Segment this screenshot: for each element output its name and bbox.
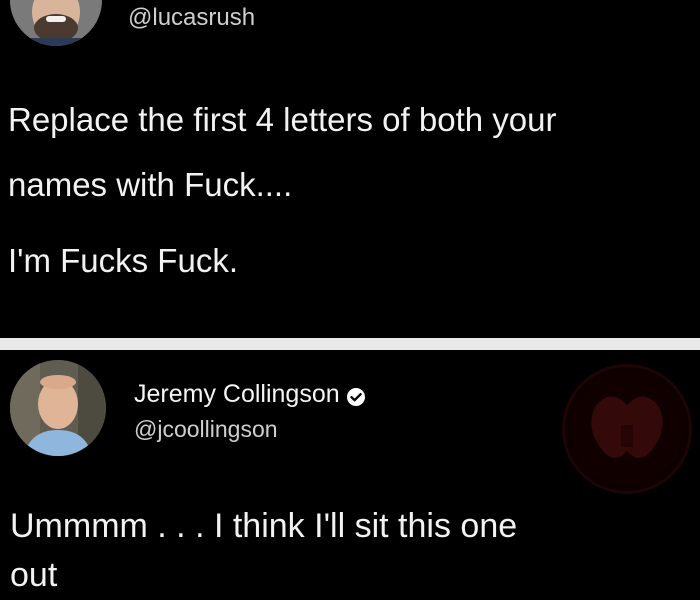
- tweet-text-line: Ummmm . . . I think I'll sit this one: [10, 507, 518, 545]
- tweet-text-line: I'm Fucks Fuck.: [8, 242, 238, 279]
- avatar[interactable]: [10, 360, 106, 456]
- tweet-text-line: out: [10, 556, 58, 594]
- display-name-text: Jeremy Collingson: [134, 380, 340, 408]
- tweet-text-line: Replace the first 4 letters of both your: [8, 101, 557, 138]
- user-handle[interactable]: @jcoollingson: [134, 416, 278, 443]
- tweet-1: @lucasrush Replace the first 4 letters o…: [0, 0, 700, 338]
- user-handle[interactable]: @lucasrush: [128, 4, 255, 32]
- tweet-text-line: names with Fuck....: [8, 166, 293, 203]
- avatar[interactable]: [10, 0, 102, 46]
- verified-check-icon: [346, 385, 366, 406]
- watermark-logo: [562, 364, 692, 494]
- tweet-2: Jeremy Collingson @jcoollingson Ummmm . …: [0, 350, 700, 600]
- display-name[interactable]: Jeremy Collingson: [134, 380, 366, 409]
- divider: [0, 338, 700, 350]
